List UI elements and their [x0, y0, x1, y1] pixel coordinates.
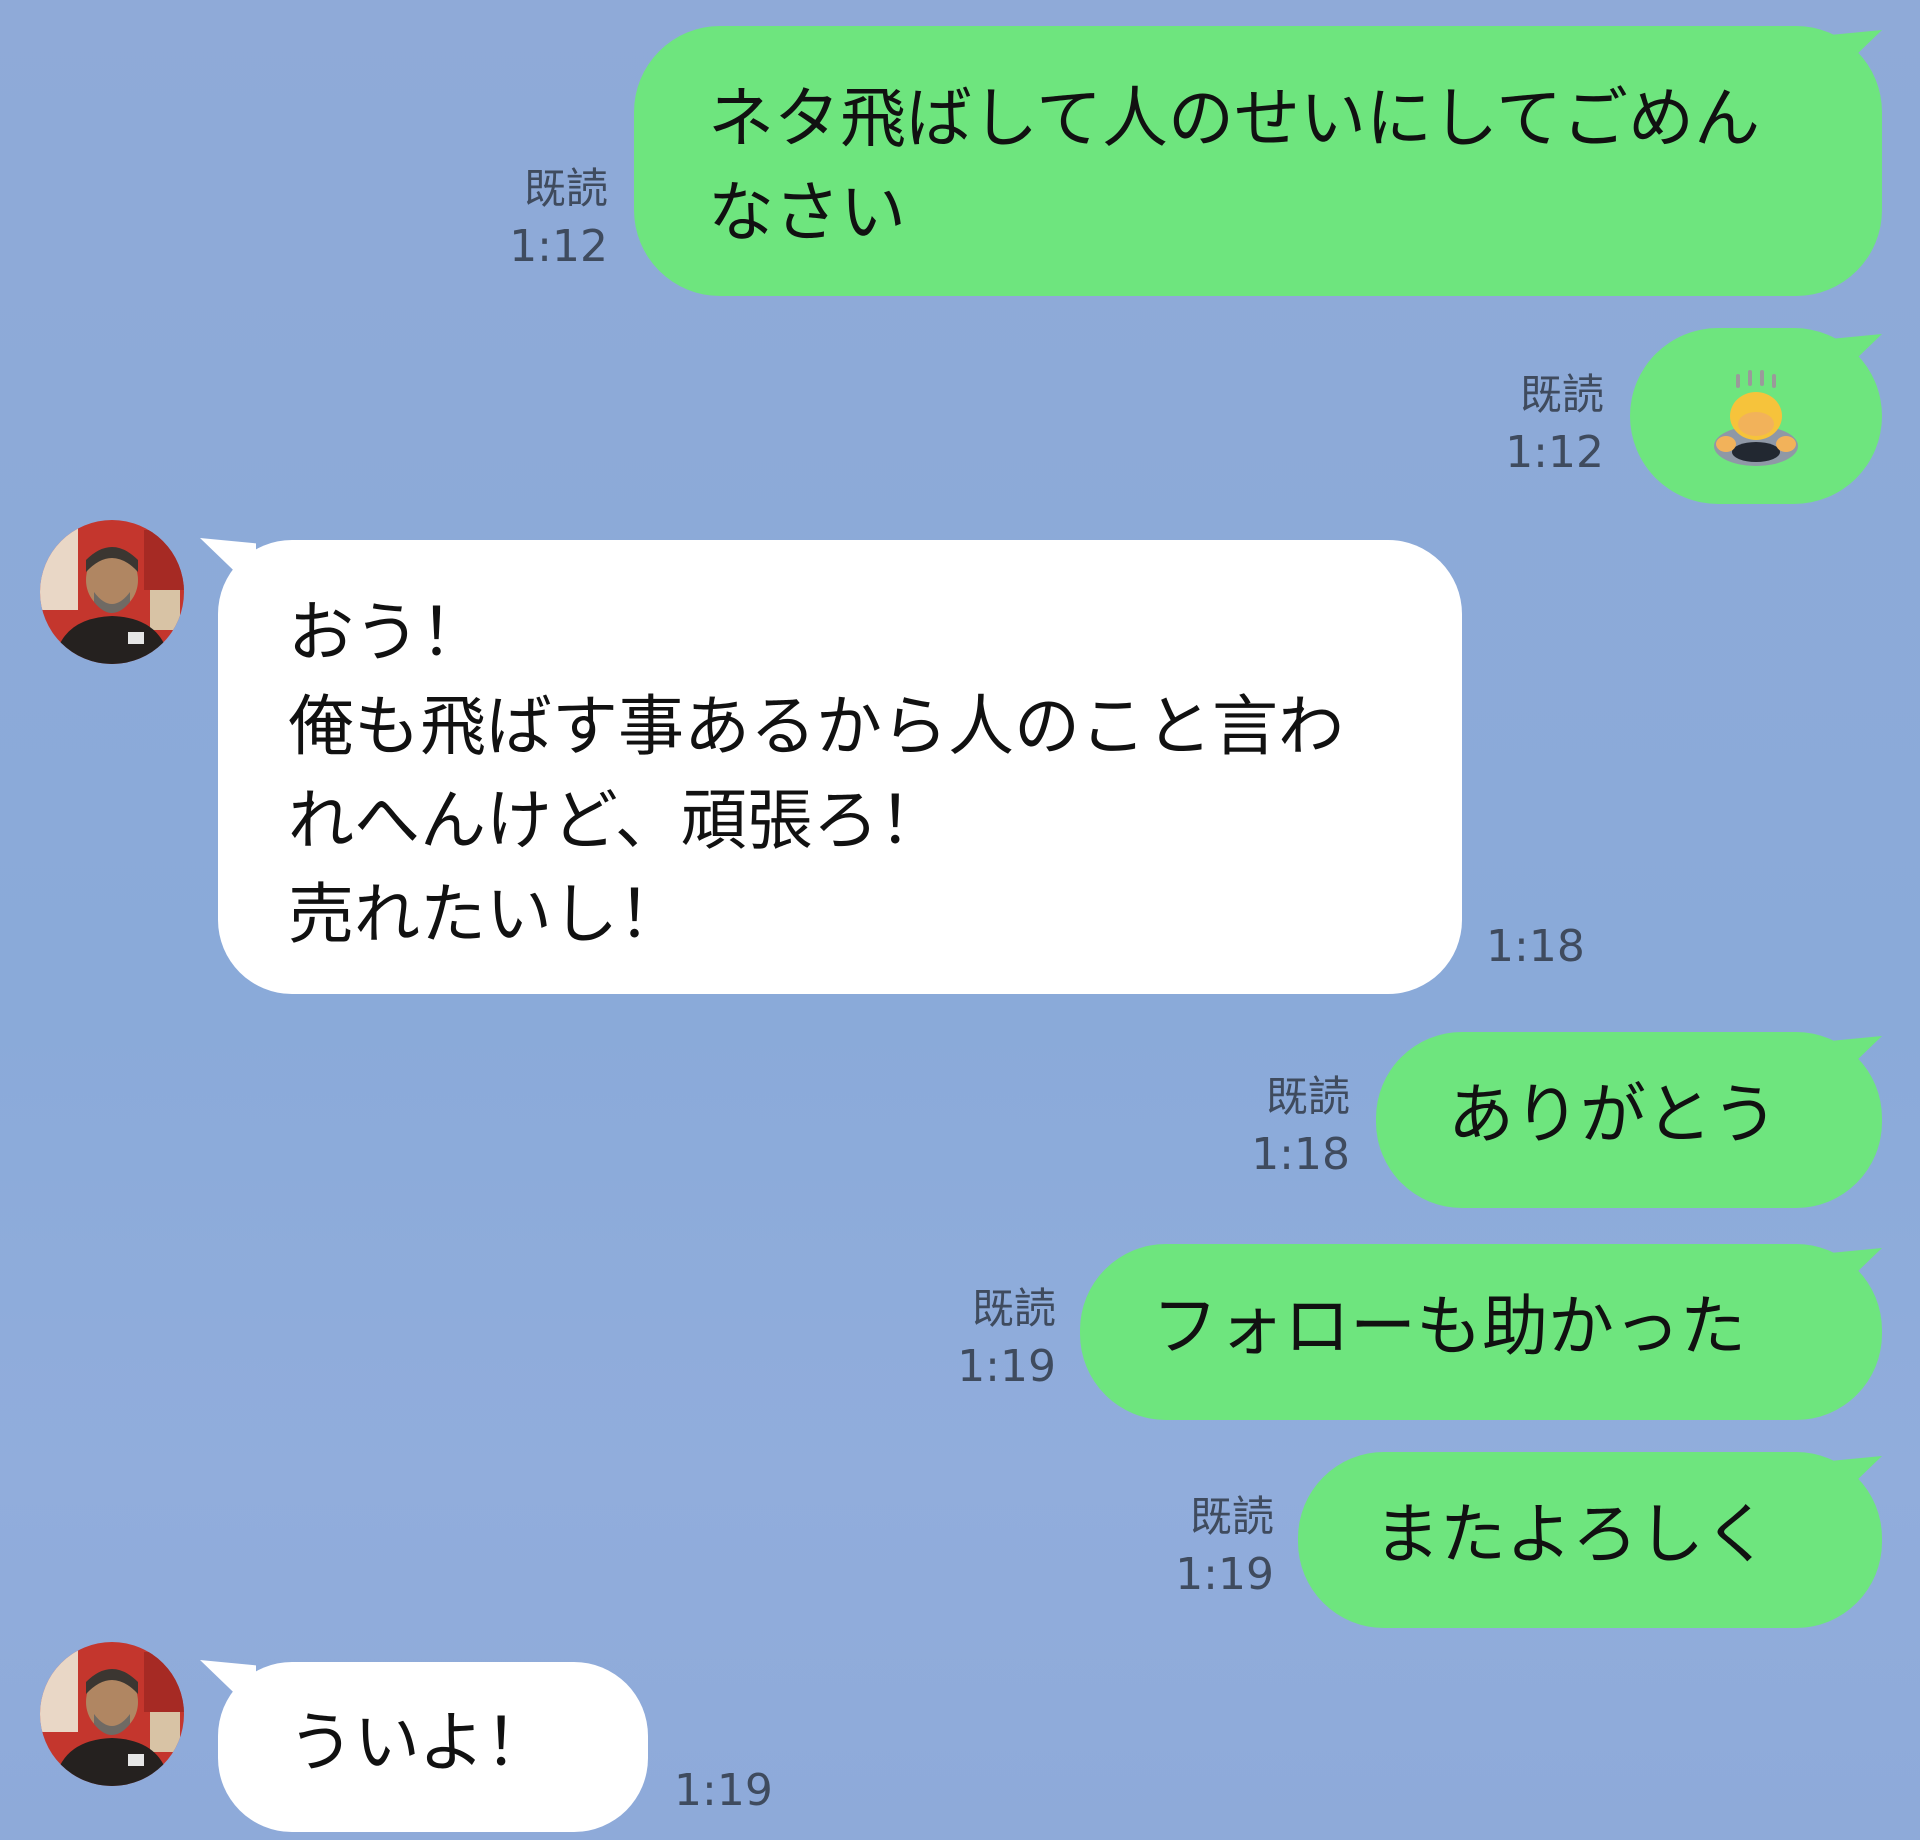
message-meta: 既読 1:12 [500, 160, 608, 276]
person-bowing-emoji [1714, 370, 1798, 466]
chat-area[interactable]: 既読 1:12 ネタ飛ばして人のせいにしてごめんなさい 既読 1:12 おう！ … [0, 0, 1920, 1840]
my-message-bubble[interactable] [1630, 328, 1882, 504]
read-receipt: 既読 [523, 164, 608, 213]
my-message-bubble[interactable]: またよろしく [1298, 1452, 1882, 1628]
read-receipt: 既読 [1189, 1492, 1274, 1541]
message-meta: 既読 1:19 [956, 1280, 1056, 1396]
avatar-photo-icon [40, 1642, 184, 1786]
contact-avatar[interactable] [40, 1642, 184, 1786]
message-time: 1:18 [1251, 1129, 1350, 1180]
read-receipt: 既読 [971, 1284, 1056, 1333]
message-meta: 既読 1:19 [1174, 1488, 1274, 1604]
message-time: 1:19 [1175, 1549, 1274, 1600]
message-time: 1:12 [509, 221, 608, 272]
my-message-bubble[interactable]: フォローも助かった [1080, 1244, 1882, 1420]
message-time: 1:12 [1505, 427, 1604, 478]
message-time: 1:19 [957, 1341, 1056, 1392]
message-time: 1:19 [674, 1765, 773, 1816]
my-message-bubble[interactable]: ありがとう [1376, 1032, 1882, 1208]
their-message-bubble[interactable]: おう！ 俺も飛ばす事あるから人のこと言われへんけど、頑張ろ！ 売れたいし！ [218, 540, 1462, 994]
their-message-bubble[interactable]: ういよ！ [218, 1662, 648, 1832]
contact-avatar[interactable] [40, 520, 184, 664]
my-message-bubble[interactable]: ネタ飛ばして人のせいにしてごめんなさい [634, 26, 1882, 296]
avatar-photo-icon [40, 520, 184, 664]
read-receipt: 既読 [1265, 1072, 1350, 1121]
read-receipt: 既読 [1519, 370, 1604, 419]
message-meta: 既読 1:12 [1494, 366, 1604, 482]
message-time: 1:18 [1486, 921, 1585, 972]
message-meta: 既読 1:18 [1250, 1068, 1350, 1184]
